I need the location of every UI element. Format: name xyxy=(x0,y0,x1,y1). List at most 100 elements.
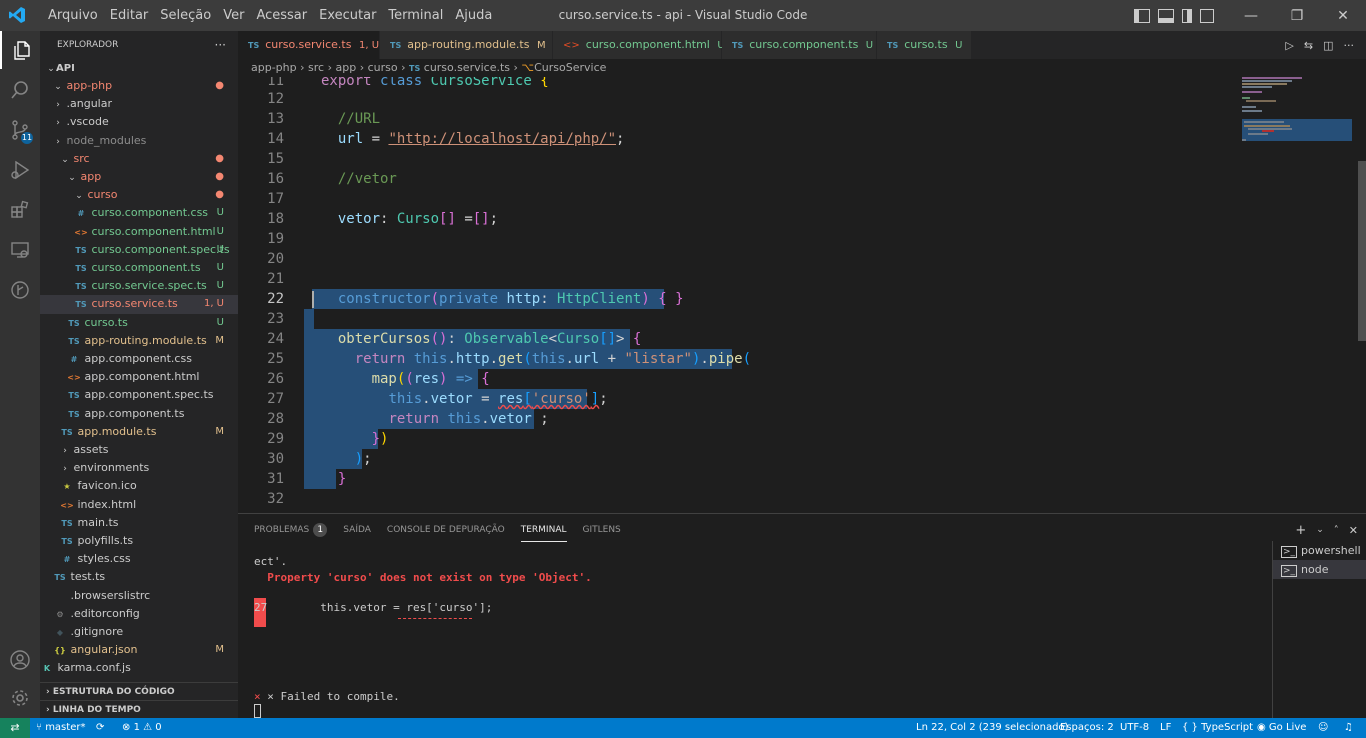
new-terminal-icon[interactable]: + xyxy=(1295,523,1306,538)
crumb-app[interactable]: app xyxy=(336,61,357,74)
section-timeline[interactable]: › LINHA DO TEMPO xyxy=(40,700,238,718)
explorer-icon[interactable] xyxy=(0,31,40,69)
split-editor-icon[interactable]: ◫ xyxy=(1323,39,1333,52)
close-button[interactable]: ✕ xyxy=(1320,0,1366,31)
extensions-icon[interactable] xyxy=(0,191,40,229)
settings-gear-icon[interactable] xyxy=(0,679,40,717)
crumb-symbol[interactable]: CursoService xyxy=(534,61,606,74)
file-curso-component-spec-ts[interactable]: TS curso.component.spec.ts U xyxy=(40,241,238,259)
file-app-module-ts[interactable]: TS app.module.ts M xyxy=(40,423,238,441)
feedback-icon[interactable]: ☺ xyxy=(1318,718,1328,738)
end-of-line[interactable]: LF xyxy=(1160,718,1171,738)
file--browserslistrc[interactable]: .browserslistrc xyxy=(40,587,238,605)
section-outline[interactable]: › ESTRUTURA DO CÓDIGO xyxy=(40,682,238,700)
tab-curso-component-html[interactable]: <>curso.component.html U xyxy=(553,31,725,59)
remote-indicator-icon[interactable]: ⇄ xyxy=(0,718,30,738)
file-angular-json[interactable]: {} angular.json M xyxy=(40,641,238,659)
file-test-ts[interactable]: TS test.ts xyxy=(40,568,238,586)
minimize-button[interactable]: — xyxy=(1228,0,1274,31)
menu-ajuda[interactable]: Ajuda xyxy=(449,0,498,31)
notifications-bell-icon[interactable]: ♫ xyxy=(1344,718,1353,738)
file-curso-component-css[interactable]: # curso.component.css U xyxy=(40,204,238,222)
file-app-component-spec-ts[interactable]: TS app.component.spec.ts xyxy=(40,386,238,404)
tab-debug-console[interactable]: CONSOLE DE DEPURAÇÃO xyxy=(379,514,513,546)
terminal-node[interactable]: >_ node xyxy=(1273,560,1366,579)
folder--vscode[interactable]: › .vscode xyxy=(40,113,238,131)
indentation[interactable]: Espaços: 2 xyxy=(1060,718,1114,738)
tab-problems[interactable]: PROBLEMAS 1 xyxy=(238,514,335,546)
file-styles-css[interactable]: # styles.css xyxy=(40,550,238,568)
file-app-component-html[interactable]: <> app.component.html xyxy=(40,368,238,386)
problems-indicator[interactable]: ⊗ 1 ⚠ 0 xyxy=(122,718,162,738)
gitlens-icon[interactable] xyxy=(0,271,40,309)
toggle-secondary-sidebar-icon[interactable] xyxy=(1182,8,1192,23)
more-icon[interactable]: ··· xyxy=(1344,39,1355,52)
source-control-icon[interactable]: 11 xyxy=(0,111,40,149)
folder-environments[interactable]: › environments xyxy=(40,459,238,477)
folder--angular[interactable]: › .angular xyxy=(40,95,238,113)
file-karma-conf-js[interactable]: K karma.conf.js xyxy=(40,659,238,677)
chevron-down-icon[interactable]: ⌄ xyxy=(1316,525,1324,535)
crumb-curso[interactable]: curso xyxy=(368,61,398,74)
cursor-position[interactable]: Ln 22, Col 2 (239 selecionado) xyxy=(916,718,1068,738)
run-icon[interactable]: ▷ xyxy=(1285,39,1293,52)
toggle-sidebar-icon[interactable] xyxy=(1134,8,1150,23)
file-curso-ts[interactable]: TS curso.ts U xyxy=(40,314,238,332)
sync-icon[interactable]: ⟳ xyxy=(96,718,104,738)
run-debug-icon[interactable] xyxy=(0,151,40,189)
folder-assets[interactable]: › assets xyxy=(40,441,238,459)
tab-output[interactable]: SAÍDA xyxy=(335,514,379,546)
tab-curso-ts[interactable]: TS curso.ts U xyxy=(877,31,972,59)
menu-terminal[interactable]: Terminal xyxy=(382,0,449,31)
file-favicon-ico[interactable]: ★ favicon.ico xyxy=(40,477,238,495)
tab-app-routing[interactable]: TS app-routing.module.ts M xyxy=(380,31,553,59)
search-icon[interactable] xyxy=(0,71,40,109)
chevron-up-icon[interactable]: ˄ xyxy=(1334,525,1339,536)
go-live-button[interactable]: ◉ Go Live xyxy=(1257,718,1306,738)
tab-terminal[interactable]: TERMINAL xyxy=(513,514,575,546)
tab-gitlens[interactable]: GITLENS xyxy=(575,514,629,546)
account-icon[interactable] xyxy=(0,641,40,679)
file--editorconfig[interactable]: ⚙ .editorconfig xyxy=(40,605,238,623)
file-index-html[interactable]: <> index.html xyxy=(40,496,238,514)
close-panel-icon[interactable]: ✕ xyxy=(1349,524,1358,537)
file-curso-service-ts[interactable]: TS curso.service.ts 1, U xyxy=(40,295,238,314)
customize-layout-icon[interactable] xyxy=(1200,8,1214,23)
file-curso-component-ts[interactable]: TS curso.component.ts U xyxy=(40,259,238,277)
compare-icon[interactable]: ⇆ xyxy=(1304,39,1313,52)
menu-executar[interactable]: Executar xyxy=(313,0,382,31)
menu-acessar[interactable]: Acessar xyxy=(250,0,313,31)
menu-selecao[interactable]: Seleção xyxy=(154,0,217,31)
file-polyfills-ts[interactable]: TS polyfills.ts xyxy=(40,532,238,550)
encoding[interactable]: UTF-8 xyxy=(1120,718,1149,738)
file-curso-component-html[interactable]: <> curso.component.html U xyxy=(40,223,238,241)
crumb-file[interactable]: curso.service.ts xyxy=(424,61,510,74)
code-editor[interactable]: 11 12 13 14 15 16 17 18 19 20 21 22 23 24 25 26 27 28 29 30… xyxy=(238,77,1366,513)
toggle-panel-icon[interactable] xyxy=(1158,8,1174,23)
tab-curso-service[interactable]: TScurso.service.ts 1, U ✕ xyxy=(238,31,400,59)
menu-ver[interactable]: Ver xyxy=(217,0,250,31)
file-curso-service-spec-ts[interactable]: TS curso.service.spec.ts U xyxy=(40,277,238,295)
tab-curso-component-ts[interactable]: TS curso.component.ts U xyxy=(722,31,877,59)
editor-scrollbar[interactable] xyxy=(1354,77,1366,513)
minimap[interactable] xyxy=(1242,77,1352,513)
maximize-button[interactable]: ❐ xyxy=(1274,0,1320,31)
language-mode[interactable]: { } TypeScript xyxy=(1182,718,1253,738)
more-actions-icon[interactable]: ··· xyxy=(215,31,226,59)
scrollbar-thumb[interactable] xyxy=(1358,161,1366,341)
terminal-powershell[interactable]: >_ powershell xyxy=(1273,541,1366,560)
file-main-ts[interactable]: TS main.ts xyxy=(40,514,238,532)
folder-node-modules[interactable]: › node_modules xyxy=(40,132,238,150)
folder-curso[interactable]: ⌄ curso ● xyxy=(40,186,238,204)
file-app-routing-module-ts[interactable]: TS app-routing.module.ts M xyxy=(40,332,238,350)
file--gitignore[interactable]: ◆ .gitignore xyxy=(40,623,238,641)
folder-src[interactable]: ⌄ src ● xyxy=(40,150,238,168)
folder-app-php[interactable]: ⌄ app-php ● xyxy=(40,77,238,95)
menu-arquivo[interactable]: Arquivo xyxy=(42,0,104,31)
file-app-component-ts[interactable]: TS app.component.ts xyxy=(40,405,238,423)
remote-explorer-icon[interactable] xyxy=(0,231,40,269)
folder-app[interactable]: ⌄ app ● xyxy=(40,168,238,186)
menu-editar[interactable]: Editar xyxy=(104,0,155,31)
terminal-output[interactable]: ect'. Property 'curso' does not exist on… xyxy=(254,550,1264,720)
file-app-component-css[interactable]: # app.component.css xyxy=(40,350,238,368)
